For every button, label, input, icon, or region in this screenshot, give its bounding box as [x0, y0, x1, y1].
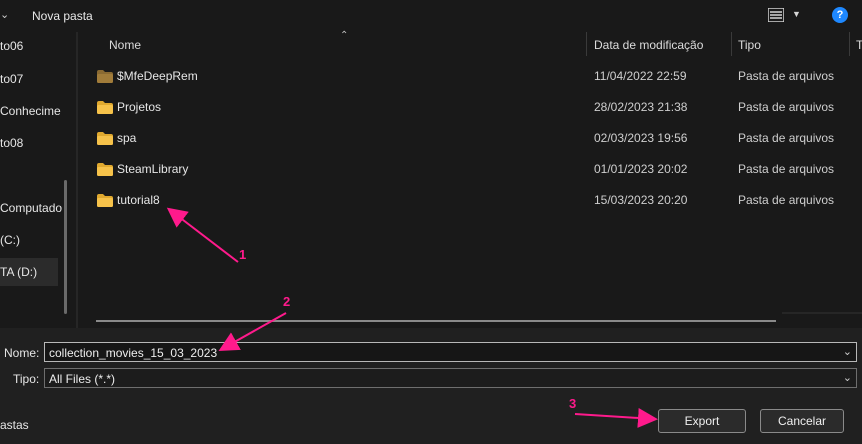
- new-folder-button[interactable]: Nova pasta: [32, 9, 93, 23]
- column-separator[interactable]: [731, 32, 732, 56]
- file-row[interactable]: spa 02/03/2023 19:56 Pasta de arquivos: [78, 123, 862, 154]
- file-name: $MfeDeepRem: [117, 69, 198, 83]
- nav-scrollbar[interactable]: [64, 180, 67, 314]
- file-name: Projetos: [117, 100, 162, 114]
- view-dropdown-arrow-icon[interactable]: ▼: [792, 9, 801, 19]
- file-date: 11/04/2022 22:59: [594, 69, 687, 83]
- file-row[interactable]: SteamLibrary 01/01/2023 20:02 Pasta de a…: [78, 154, 862, 185]
- chevron-down-icon[interactable]: ⌄: [843, 345, 852, 358]
- column-headers: ⌃ Nome Data de modificação Tipo T: [78, 30, 862, 58]
- nav-item-label: to06: [0, 39, 24, 53]
- file-name-input[interactable]: collection_movies_15_03_2023 ⌄: [44, 342, 857, 362]
- column-header-size[interactable]: T: [856, 38, 862, 52]
- annotation-number-1: 1: [239, 247, 247, 262]
- file-row[interactable]: tutorial8 15/03/2023 20:20 Pasta de arqu…: [78, 185, 862, 216]
- column-separator[interactable]: [586, 32, 587, 56]
- scrollbar-track: [782, 312, 862, 314]
- annotation-number-3: 3: [569, 396, 577, 411]
- file-name: spa: [117, 131, 137, 145]
- hide-folders-toggle[interactable]: astas: [0, 418, 29, 432]
- nav-item-to08[interactable]: to08: [0, 129, 78, 157]
- folder-icon: [97, 70, 113, 83]
- file-name: SteamLibrary: [117, 162, 189, 176]
- chevron-down-icon[interactable]: ⌄: [843, 371, 852, 384]
- file-type: Pasta de arquivos: [738, 193, 835, 207]
- nav-item-label: (C:): [0, 233, 20, 247]
- folder-icon: [97, 101, 113, 114]
- column-separator[interactable]: [849, 32, 850, 56]
- file-name-value: collection_movies_15_03_2023: [49, 346, 218, 360]
- folder-icon: [97, 132, 113, 145]
- folder-icon: [97, 194, 113, 207]
- file-row[interactable]: Projetos 28/02/2023 21:38 Pasta de arqui…: [78, 92, 862, 123]
- file-type: Pasta de arquivos: [738, 162, 835, 176]
- sort-ascending-icon: ⌃: [340, 30, 349, 41]
- save-panel: Nome: collection_movies_15_03_2023 ⌄ Tip…: [0, 328, 862, 444]
- annotation-number-2: 2: [283, 294, 291, 309]
- column-header-type[interactable]: Tipo: [738, 38, 761, 52]
- file-date: 28/02/2023 21:38: [594, 100, 688, 114]
- file-type: Pasta de arquivos: [738, 69, 835, 83]
- chevron-down-icon[interactable]: ⌄: [0, 8, 9, 22]
- file-date: 01/01/2023 20:02: [594, 162, 688, 176]
- nav-item-label: Computado: [0, 201, 63, 215]
- nav-item-label: to07: [0, 72, 24, 86]
- horizontal-scrollbar[interactable]: [96, 320, 776, 322]
- navigation-pane: to06 to07 Conhecime to08 Computado (C:) …: [0, 32, 78, 328]
- nav-item-to07[interactable]: to07: [0, 65, 78, 93]
- column-header-date[interactable]: Data de modificação: [594, 38, 703, 52]
- nav-item-label: TA (D:): [0, 265, 38, 279]
- view-options-icon[interactable]: [768, 8, 784, 22]
- file-type-value: All Files (*.*): [49, 372, 116, 386]
- file-type: Pasta de arquivos: [738, 131, 835, 145]
- file-date: 15/03/2023 20:20: [594, 193, 688, 207]
- nav-item-drive-d[interactable]: TA (D:): [0, 258, 58, 286]
- file-list: ⌃ Nome Data de modificação Tipo T $MfeDe…: [78, 30, 862, 328]
- cancel-button[interactable]: Cancelar: [760, 409, 844, 433]
- folder-icon: [97, 163, 113, 176]
- file-row[interactable]: $MfeDeepRem 11/04/2022 22:59 Pasta de ar…: [78, 61, 862, 92]
- export-button[interactable]: Export: [658, 409, 746, 433]
- file-type: Pasta de arquivos: [738, 100, 835, 114]
- file-type-select[interactable]: All Files (*.*) ⌄: [44, 368, 857, 388]
- toolbar: ⌄ Nova pasta ▼ ?: [0, 0, 862, 32]
- file-name-label: Nome:: [4, 346, 40, 360]
- column-header-name[interactable]: Nome: [109, 38, 141, 52]
- nav-item-label: to08: [0, 136, 24, 150]
- nav-item-label: Conhecime: [0, 104, 61, 118]
- file-name: tutorial8: [117, 193, 160, 207]
- help-icon[interactable]: ?: [832, 7, 848, 23]
- file-date: 02/03/2023 19:56: [594, 131, 688, 145]
- nav-item-to06[interactable]: to06: [0, 32, 78, 60]
- nav-item-conhecimento[interactable]: Conhecime: [0, 97, 78, 125]
- file-type-label: Tipo:: [13, 372, 40, 386]
